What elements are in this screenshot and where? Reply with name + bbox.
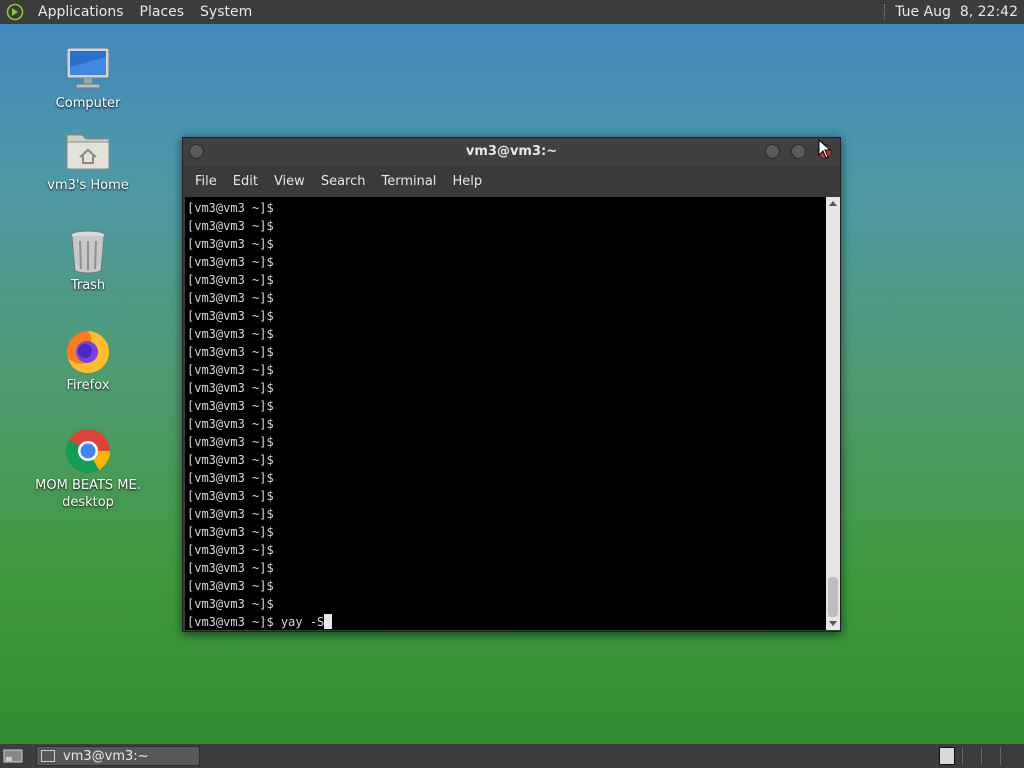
desktop-icon-label: Computer — [55, 96, 121, 111]
minimize-button[interactable] — [765, 144, 780, 159]
desktop-icon-label: Trash — [70, 278, 106, 293]
terminal-line: [vm3@vm3 ~]$ — [187, 489, 274, 503]
desktop-icon-computer[interactable]: Computer — [33, 45, 143, 112]
terminal-input-line[interactable]: [vm3@vm3 ~]$ yay -S — [187, 613, 826, 630]
terminal-line: [vm3@vm3 ~]$ — [187, 219, 274, 233]
computer-icon — [64, 45, 112, 93]
distro-logo-icon[interactable] — [6, 3, 24, 21]
window-title: vm3@vm3:~ — [465, 144, 558, 159]
desktop-icon-label: MOM BEATS ME. — [35, 478, 141, 493]
terminal-line: [vm3@vm3 ~]$ — [187, 435, 274, 449]
terminal-line: [vm3@vm3 ~]$ — [187, 561, 274, 575]
workspace-1[interactable] — [939, 747, 955, 765]
terminal-line: [vm3@vm3 ~]$ — [187, 201, 274, 215]
terminal-output[interactable]: [vm3@vm3 ~]$ [vm3@vm3 ~]$ [vm3@vm3 ~]$ [vm3… — [185, 197, 826, 630]
window-menu-button[interactable] — [189, 144, 204, 159]
terminal-line: [vm3@vm3 ~]$ — [187, 327, 274, 341]
terminal-window[interactable]: vm3@vm3:~ File Edit View Search Terminal… — [182, 137, 841, 632]
terminal-line: [vm3@vm3 ~]$ — [187, 381, 274, 395]
menu-view[interactable]: View — [266, 169, 313, 195]
terminal-line: [vm3@vm3 ~]$ — [187, 345, 274, 359]
terminal-line: [vm3@vm3 ~]$ — [187, 291, 274, 305]
terminal-menubar: File Edit View Search Terminal Help — [183, 169, 840, 195]
mouse-pointer-icon — [818, 138, 832, 163]
panel-separator — [884, 4, 887, 20]
terminal-line: [vm3@vm3 ~]$ — [187, 309, 274, 323]
bottom-panel: vm3@vm3:~ — [0, 744, 1024, 768]
terminal-icon — [41, 750, 55, 762]
desktop-icon-label: desktop — [62, 495, 114, 510]
top-panel: Applications Places System Tue Aug 8, 22… — [0, 0, 1024, 24]
window-titlebar[interactable]: vm3@vm3:~ — [183, 138, 840, 166]
menu-system[interactable]: System — [192, 0, 260, 24]
home-folder-icon — [64, 127, 112, 175]
trash-icon — [64, 227, 112, 275]
desktop-icon-trash[interactable]: Trash — [33, 227, 143, 294]
menu-file[interactable]: File — [187, 169, 225, 195]
menu-help[interactable]: Help — [444, 169, 490, 195]
chrome-icon — [64, 427, 112, 475]
scroll-down-arrow-icon[interactable] — [829, 621, 837, 626]
menu-terminal[interactable]: Terminal — [373, 169, 444, 195]
desktop-icon-firefox[interactable]: Firefox — [33, 327, 143, 394]
terminal-line: [vm3@vm3 ~]$ — [187, 471, 274, 485]
menu-places[interactable]: Places — [132, 0, 193, 24]
desktop-icon-label: vm3's Home — [47, 178, 129, 193]
desktop-icon-chrome[interactable]: MOM BEATS ME. desktop — [33, 427, 143, 511]
scroll-up-arrow-icon[interactable] — [829, 201, 837, 206]
terminal-line: [vm3@vm3 ~]$ — [187, 597, 274, 611]
workspace-2[interactable] — [962, 747, 981, 765]
workspace-3[interactable] — [981, 747, 1000, 765]
terminal-line: [vm3@vm3 ~]$ — [187, 525, 274, 539]
taskbar-item-terminal[interactable]: vm3@vm3:~ — [36, 746, 200, 766]
terminal-line: [vm3@vm3 ~]$ — [187, 417, 274, 431]
desktop-icon-label: Firefox — [66, 378, 110, 393]
terminal-scrollbar[interactable] — [826, 197, 840, 630]
scrollbar-thumb[interactable] — [828, 577, 838, 617]
firefox-icon — [64, 327, 112, 375]
terminal-line: [vm3@vm3 ~]$ — [187, 363, 274, 377]
terminal-line: [vm3@vm3 ~]$ — [187, 453, 274, 467]
menu-applications[interactable]: Applications — [30, 0, 132, 24]
desktop-icon-home[interactable]: vm3's Home — [33, 127, 143, 194]
terminal-line: [vm3@vm3 ~]$ — [187, 255, 274, 269]
workspace-4[interactable] — [1000, 747, 1019, 765]
taskbar-item-label: vm3@vm3:~ — [63, 748, 149, 764]
terminal-line: [vm3@vm3 ~]$ — [187, 507, 274, 521]
maximize-button[interactable] — [791, 144, 806, 159]
menu-edit[interactable]: Edit — [225, 169, 266, 195]
terminal-line: [vm3@vm3 ~]$ — [187, 399, 274, 413]
terminal-line: [vm3@vm3 ~]$ — [187, 273, 274, 287]
terminal-line: [vm3@vm3 ~]$ — [187, 579, 274, 593]
terminal-line: [vm3@vm3 ~]$ — [187, 237, 274, 251]
terminal-cursor — [324, 614, 333, 629]
terminal-line: [vm3@vm3 ~]$ — [187, 543, 274, 557]
clock[interactable]: Tue Aug 8, 22:42 — [895, 4, 1024, 20]
show-desktop-icon[interactable] — [2, 747, 24, 765]
menu-search[interactable]: Search — [313, 169, 374, 195]
